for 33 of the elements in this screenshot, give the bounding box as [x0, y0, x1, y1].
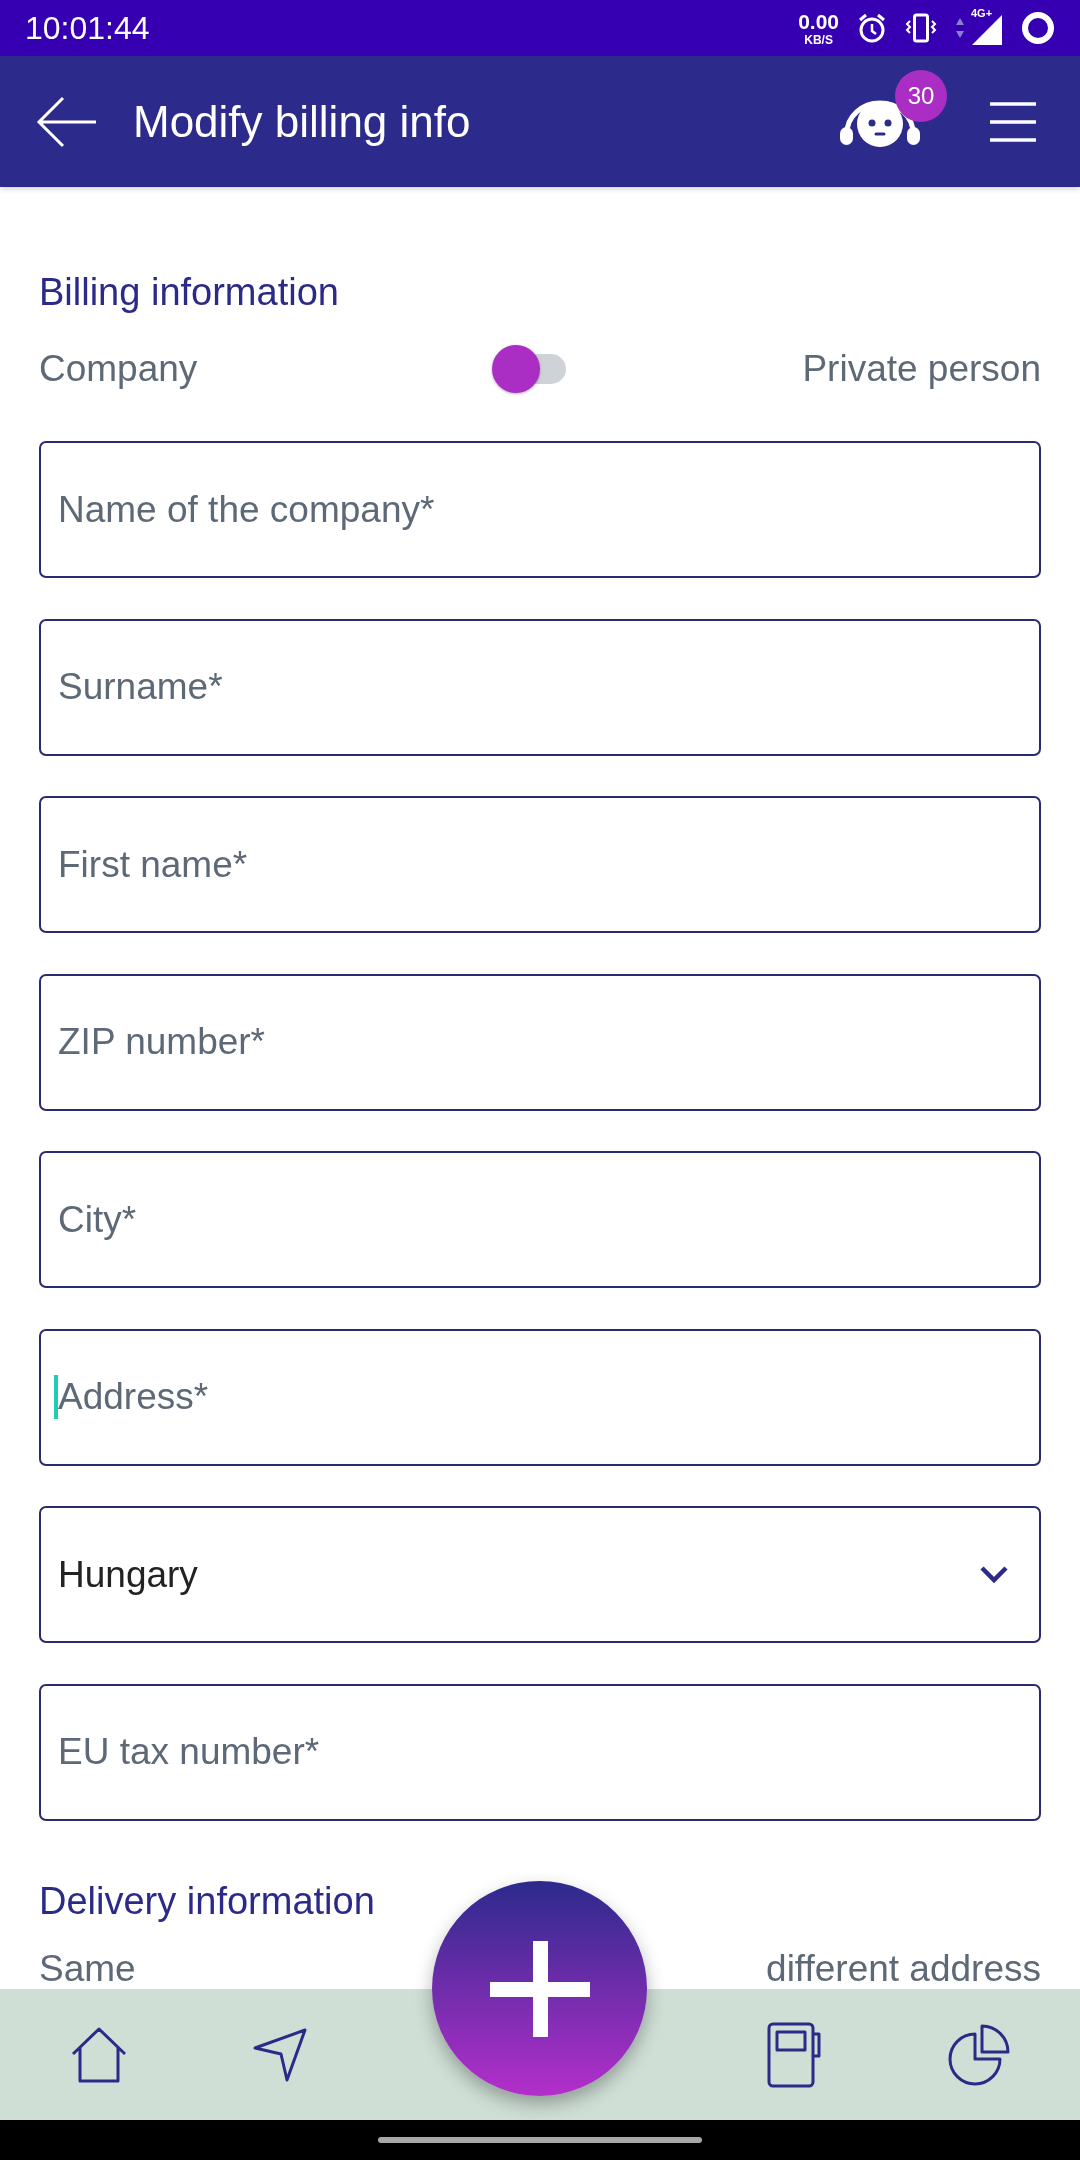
text-field[interactable]: Name of the company* [39, 441, 1041, 578]
alarm-icon [857, 12, 887, 44]
screen-title: Modify billing info [133, 95, 471, 148]
text-field[interactable]: First name* [39, 796, 1041, 933]
pie-chart-icon[interactable] [948, 2023, 1010, 2086]
dropdown-field[interactable]: Hungary [39, 1506, 1041, 1643]
count-badge: 30 [895, 69, 947, 122]
toggle-option-label: Private person [802, 347, 1041, 391]
toggle-option-label: Same [39, 1949, 136, 1987]
network-type-label: 4G+ [971, 8, 993, 19]
home-icon[interactable] [70, 2025, 128, 2084]
text-field[interactable]: City* [39, 1151, 1041, 1288]
gesture-handle[interactable] [378, 2137, 702, 2143]
text-field[interactable]: EU tax number* [39, 1683, 1041, 1821]
section-heading: Delivery information [39, 1878, 375, 1923]
data-arrows-icon [955, 17, 965, 39]
vibrate-icon [905, 13, 937, 43]
net-speed-value: 0.00 [798, 10, 839, 32]
net-speed-unit: KB/S [804, 33, 833, 46]
text-field[interactable]: Surname* [39, 618, 1041, 756]
text-field[interactable]: ZIP number* [39, 973, 1041, 1111]
back-icon[interactable] [36, 95, 98, 148]
toggle-option-label: Company [39, 347, 198, 391]
toggle-option-label: different address [766, 1949, 1041, 1987]
ring-icon [1021, 11, 1055, 45]
send-icon[interactable] [252, 2026, 308, 2083]
text-field[interactable]: Address* [39, 1328, 1041, 1466]
status-time: 10:01:44 [25, 12, 150, 44]
menu-icon[interactable] [990, 101, 1036, 142]
chevron-down-icon [979, 1565, 1009, 1584]
section-heading: Billing information [39, 270, 339, 314]
plus-icon [489, 1940, 590, 2037]
toggle-switch[interactable] [492, 345, 566, 393]
